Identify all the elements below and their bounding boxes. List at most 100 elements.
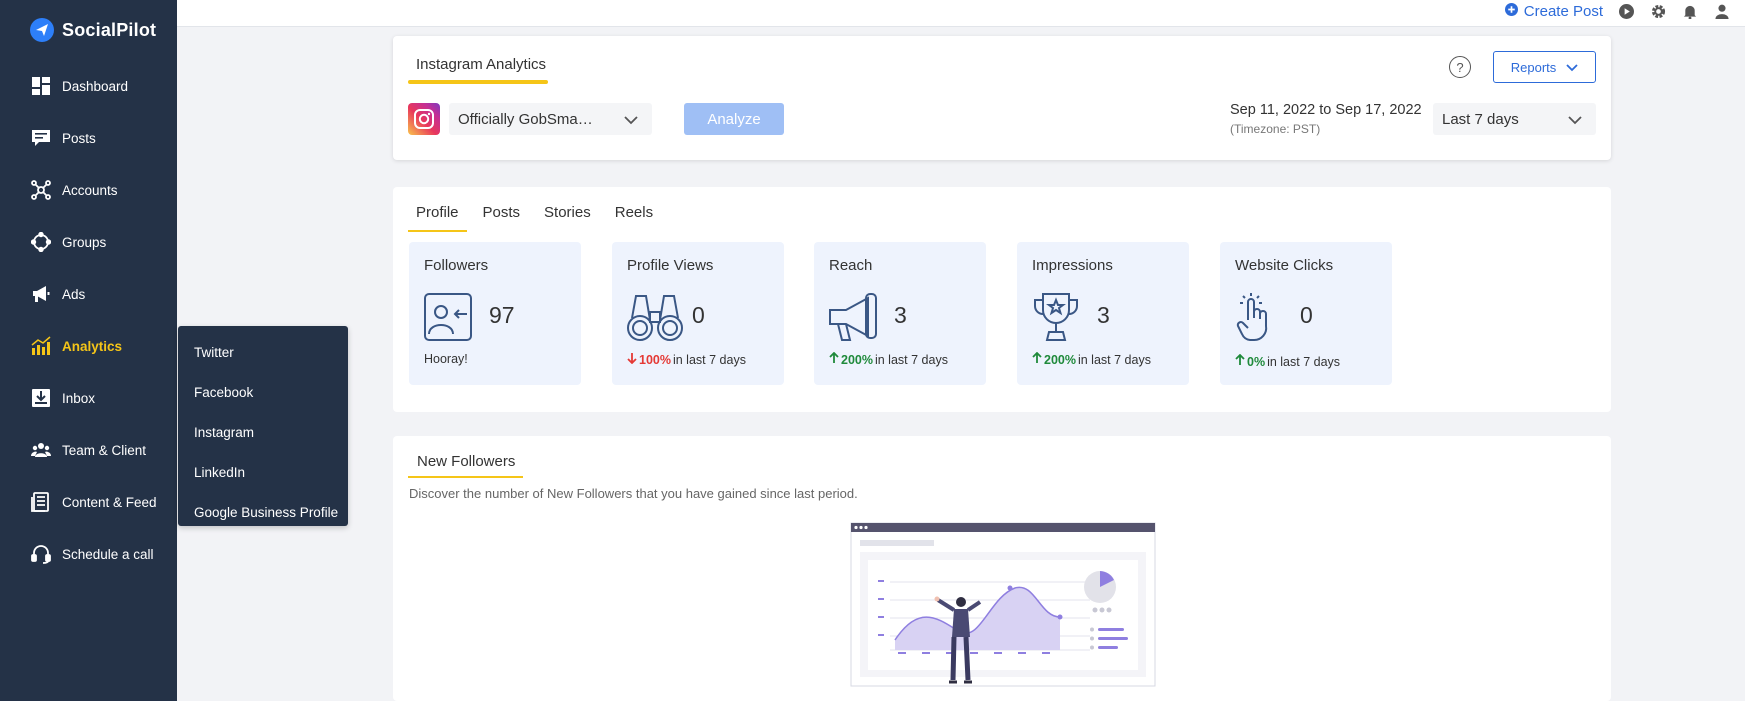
stat-footer-text: in last 7 days [1077,352,1151,367]
stat-title: Website Clicks [1235,257,1334,274]
title-underline [408,80,548,84]
stat-change: 200% [841,352,873,367]
sidebar-nav: Dashboard Posts Accounts Groups Ads Anal… [0,60,177,580]
stat-footer-text: in last 7 days [874,352,948,367]
topbar-actions: Create Post [1504,0,1731,22]
stat-footer: Hooray! [424,352,468,366]
stat-value: 97 [489,302,515,328]
chevron-down-icon [1568,112,1582,129]
brand-name: SocialPilot [62,19,157,40]
reports-dropdown[interactable]: Reports [1493,51,1596,83]
stat-title: Impressions [1032,257,1113,274]
stat-title: Profile Views [627,257,714,274]
profile-stats-card: Profile Posts Stories Reels Followers 97… [393,187,1611,412]
section-description: Discover the number of New Followers tha… [409,486,858,501]
sidebar-item-ads[interactable]: Ads [0,268,177,320]
create-post-label: Create Post [1523,2,1603,20]
submenu-item-google-business-profile[interactable]: Google Business Profile [178,492,348,532]
create-post-button[interactable]: Create Post [1504,2,1603,20]
section-title-underline [408,476,523,478]
user-icon[interactable] [1713,2,1731,20]
submenu-item-facebook[interactable]: Facebook [178,372,348,412]
gear-icon[interactable] [1649,2,1667,20]
followers-profile-card-icon [423,292,473,342]
section-title: New Followers [417,453,516,470]
sidebar-item-label: Dashboard [62,78,129,94]
accounts-icon [30,179,52,201]
analytics-tabs: Profile Posts Stories Reels [408,204,669,232]
sidebar-item-dashboard[interactable]: Dashboard [0,60,177,112]
account-select[interactable]: Officially GobSma… [449,103,652,135]
play-icon[interactable] [1617,2,1635,20]
arrow-up-icon [1235,353,1245,369]
stat-change: 0% [1247,354,1266,369]
brand[interactable]: SocialPilot [30,18,156,42]
sidebar-item-label: Accounts [62,182,118,198]
megaphone-icon [30,283,52,305]
new-followers-card: New Followers Discover the number of New… [393,436,1611,701]
chevron-down-icon [1566,60,1578,75]
sidebar-item-label: Analytics [62,338,123,354]
sidebar-item-label: Team & Client [62,442,147,458]
dashboard-icon [30,75,52,97]
tap-hand-icon [1234,292,1284,342]
stat-tile-website-clicks: Website Clicks 0 0% in last 7 days [1220,242,1392,385]
timezone-label: (Timezone: PST) [1230,122,1321,136]
analytics-icon [30,335,52,357]
headset-icon [30,543,52,565]
sidebar: SocialPilot Dashboard Posts Accounts Gro… [0,0,177,701]
period-select[interactable]: Last 7 days [1433,103,1596,135]
trophy-icon [1031,292,1081,342]
period-select-value: Last 7 days [1442,110,1519,128]
analyze-button[interactable]: Analyze [684,103,784,135]
topbar: Create Post [177,0,1745,27]
stat-title: Reach [829,257,873,274]
submenu-item-twitter[interactable]: Twitter [178,332,348,372]
tab-profile[interactable]: Profile [408,204,467,232]
sidebar-item-label: Schedule a call [62,546,154,562]
stat-change: 200% [1044,352,1076,367]
date-range: Sep 11, 2022 to Sep 17, 2022 [1230,102,1422,118]
tab-stories[interactable]: Stories [536,204,599,232]
sidebar-item-accounts[interactable]: Accounts [0,164,177,216]
plus-circle-icon [1504,2,1518,20]
sidebar-item-team-client[interactable]: Team & Client [0,424,177,476]
sidebar-item-groups[interactable]: Groups [0,216,177,268]
analytics-header-card: Instagram Analytics ? Reports Officially… [393,36,1611,160]
sidebar-item-posts[interactable]: Posts [0,112,177,164]
submenu-item-instagram[interactable]: Instagram [178,412,348,452]
stat-tile-followers: Followers 97 Hooray! [409,242,581,385]
stat-footer-text: Hooray! [424,352,468,366]
account-select-value: Officially GobSma… [458,110,593,128]
sidebar-item-inbox[interactable]: Inbox [0,372,177,424]
content-feed-icon [30,491,52,513]
team-icon [30,439,52,461]
sidebar-item-analytics[interactable]: Analytics [0,320,177,372]
stat-title: Followers [424,257,489,274]
stat-footer: 100% in last 7 days [627,352,746,367]
analytics-submenu: Twitter Facebook Instagram LinkedIn Goog… [178,326,348,526]
help-button[interactable]: ? [1449,56,1471,78]
stat-footer-text: in last 7 days [672,352,746,367]
page-title: Instagram Analytics [416,56,547,73]
sidebar-item-label: Content & Feed [62,494,157,510]
stat-tile-profile-views: Profile Views 0 100% in last 7 days [612,242,784,385]
stat-footer: 200% in last 7 days [1032,351,1151,367]
sidebar-item-schedule-call[interactable]: Schedule a call [0,528,177,580]
submenu-item-linkedin[interactable]: LinkedIn [178,452,348,492]
megaphone-icon [828,292,878,342]
tab-reels[interactable]: Reels [607,204,661,232]
arrow-up-icon [829,351,839,367]
stat-tile-impressions: Impressions 3 200% in last 7 days [1017,242,1189,385]
stat-change: 100% [639,352,671,367]
sidebar-item-label: Ads [62,286,86,302]
inbox-icon [30,387,52,409]
stat-footer-text: in last 7 days [1267,354,1341,369]
arrow-up-icon [1032,351,1042,367]
chevron-down-icon [624,112,638,129]
instagram-logo-icon [408,103,440,135]
bell-icon[interactable] [1681,2,1699,20]
sidebar-item-content-feed[interactable]: Content & Feed [0,476,177,528]
stat-footer: 200% in last 7 days [829,351,948,367]
tab-posts[interactable]: Posts [475,204,529,232]
